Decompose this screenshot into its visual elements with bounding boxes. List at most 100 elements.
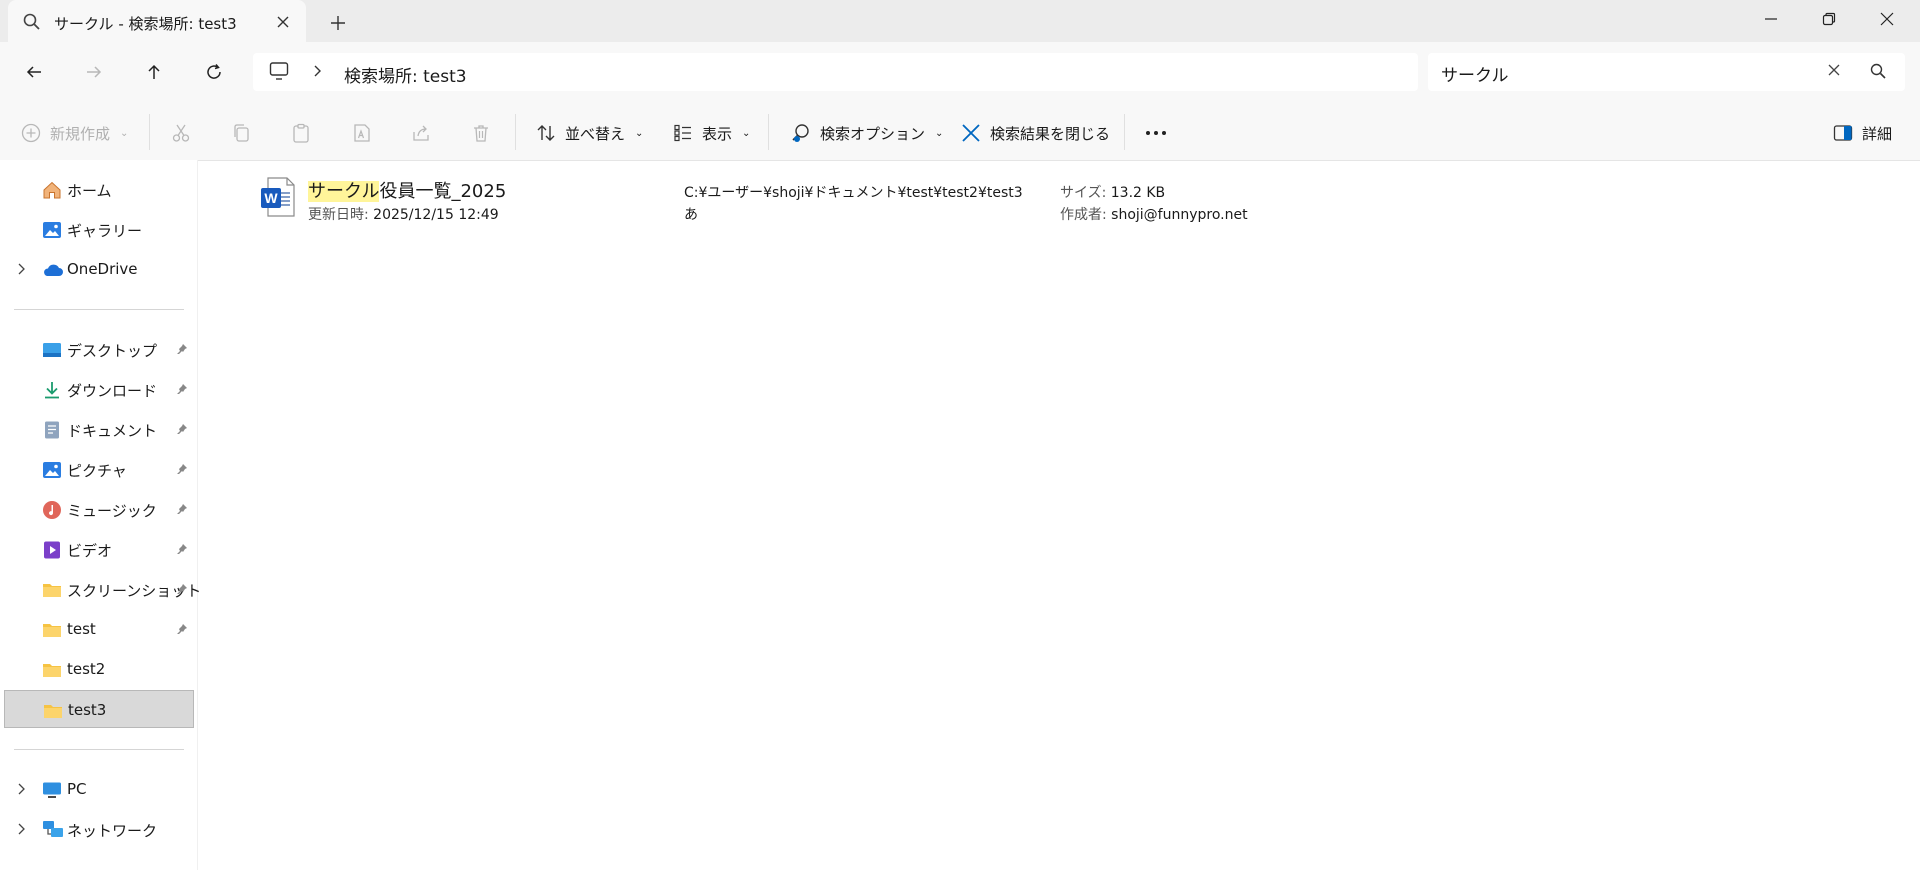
result-size: サイズ: 13.2 KB bbox=[1060, 182, 1165, 202]
back-button[interactable] bbox=[20, 58, 48, 86]
desktop-icon bbox=[42, 340, 62, 360]
sidebar-item-onedrive[interactable]: OneDrive bbox=[4, 250, 194, 288]
scissors-icon bbox=[170, 122, 192, 144]
minimize-button[interactable] bbox=[1742, 0, 1800, 38]
refresh-button[interactable] bbox=[200, 58, 228, 86]
result-author: 作成者: shoji@funnypro.net bbox=[1060, 204, 1248, 224]
tab-close-button[interactable] bbox=[272, 11, 294, 33]
pin-icon[interactable] bbox=[176, 463, 188, 475]
author-label: 作成者: bbox=[1060, 207, 1107, 223]
sidebar-item-label: ギャラリー bbox=[67, 222, 143, 240]
pin-icon[interactable] bbox=[176, 343, 188, 355]
sidebar-item-pc[interactable]: PC bbox=[4, 770, 194, 808]
home-icon bbox=[42, 180, 62, 200]
sidebar-item-screenshots[interactable]: スクリーンショット bbox=[4, 570, 201, 608]
search-input[interactable]: サークル bbox=[1441, 61, 1509, 86]
word-document-icon[interactable]: W bbox=[260, 176, 296, 218]
copy-icon bbox=[230, 122, 252, 144]
rename-icon bbox=[350, 122, 372, 144]
folder-icon bbox=[42, 660, 62, 680]
pin-icon[interactable] bbox=[176, 543, 188, 555]
folder-icon bbox=[43, 701, 63, 721]
sidebar-item-label: ホーム bbox=[67, 182, 112, 200]
cut-button[interactable] bbox=[170, 118, 192, 148]
sidebar-item-label: ビデオ bbox=[67, 542, 113, 560]
restore-button[interactable] bbox=[1800, 0, 1858, 38]
sidebar-item-label: ドキュメント bbox=[67, 422, 158, 440]
sidebar-item-home[interactable]: ホーム bbox=[4, 170, 194, 208]
close-window-button[interactable] bbox=[1858, 0, 1916, 38]
sort-button[interactable]: 並べ替え ⌄ bbox=[535, 118, 643, 148]
pin-icon[interactable] bbox=[176, 423, 188, 435]
sidebar-item-label: ミュージック bbox=[67, 502, 157, 520]
new-button[interactable]: 新規作成 ⌄ bbox=[20, 118, 128, 148]
share-icon bbox=[410, 122, 432, 144]
sort-button-label: 並べ替え bbox=[565, 124, 626, 143]
sidebar-item-test3[interactable]: test3 bbox=[4, 690, 194, 728]
pc-icon bbox=[42, 780, 62, 800]
chevron-right-icon[interactable] bbox=[16, 782, 26, 796]
sidebar-item-gallery[interactable]: ギャラリー bbox=[4, 210, 194, 248]
delete-button[interactable] bbox=[470, 118, 492, 148]
details-pane-button[interactable]: 詳細 bbox=[1832, 118, 1892, 148]
folder-icon bbox=[42, 620, 62, 640]
close-search-button[interactable]: 検索結果を閉じる bbox=[960, 118, 1110, 148]
new-tab-button[interactable] bbox=[326, 11, 350, 35]
gallery-icon bbox=[42, 220, 62, 240]
tab-title: サークル - 検索場所: test3 bbox=[54, 15, 237, 33]
svg-text:W: W bbox=[264, 190, 278, 206]
monitor-icon[interactable] bbox=[268, 60, 290, 82]
result-file-name[interactable]: サークル役員一覧_2025 bbox=[308, 177, 506, 203]
search-icon bbox=[22, 12, 42, 32]
modified-label: 更新日時: bbox=[308, 207, 369, 223]
clipboard-icon bbox=[290, 122, 312, 144]
chevron-down-icon: ⌄ bbox=[635, 127, 644, 139]
sidebar-item-videos[interactable]: ビデオ bbox=[4, 530, 194, 568]
sidebar-item-label: OneDrive bbox=[67, 260, 138, 278]
sidebar-item-music[interactable]: ミュージック bbox=[4, 490, 194, 528]
music-icon bbox=[42, 500, 62, 520]
chevron-right-icon[interactable] bbox=[16, 822, 26, 836]
sidebar-item-downloads[interactable]: ダウンロード bbox=[4, 370, 194, 408]
toolbar-divider bbox=[768, 114, 769, 150]
forward-button[interactable] bbox=[80, 58, 108, 86]
copy-button[interactable] bbox=[230, 118, 252, 148]
sidebar-item-documents[interactable]: ドキュメント bbox=[4, 410, 194, 448]
folder-icon bbox=[42, 580, 62, 600]
sidebar-item-label: test bbox=[67, 620, 96, 638]
result-path: C:¥ユーザー¥shoji¥ドキュメント¥test¥test2¥test3 あ bbox=[684, 182, 1023, 226]
paste-button[interactable] bbox=[290, 118, 312, 148]
chevron-right-icon[interactable] bbox=[16, 262, 26, 276]
sidebar-item-desktop[interactable]: デスクトップ bbox=[4, 330, 194, 368]
author-value: shoji@funnypro.net bbox=[1111, 207, 1248, 223]
chevron-right-icon[interactable] bbox=[311, 64, 323, 78]
new-button-label: 新規作成 bbox=[50, 124, 111, 143]
details-pane-icon bbox=[1832, 122, 1854, 144]
share-button[interactable] bbox=[410, 118, 432, 148]
pin-icon[interactable] bbox=[176, 583, 188, 595]
pin-icon[interactable] bbox=[176, 383, 188, 395]
clear-search-icon[interactable] bbox=[1826, 62, 1842, 78]
sidebar-item-test2[interactable]: test2 bbox=[4, 650, 194, 688]
pin-icon[interactable] bbox=[176, 623, 188, 635]
search-options-button[interactable]: 検索オプション ⌄ bbox=[790, 118, 943, 148]
sidebar-item-test[interactable]: test bbox=[4, 610, 194, 648]
sidebar-item-label: PC bbox=[67, 780, 87, 798]
details-pane-label: 詳細 bbox=[1862, 124, 1893, 143]
result-path-line: C:¥ユーザー¥shoji¥ドキュメント¥test¥test2¥test3 bbox=[684, 185, 1023, 201]
size-label: サイズ: bbox=[1060, 185, 1107, 201]
breadcrumb-location[interactable]: 検索場所: test3 bbox=[344, 62, 467, 87]
more-options-button[interactable] bbox=[1143, 118, 1169, 148]
trash-icon bbox=[470, 122, 492, 144]
view-button-label: 表示 bbox=[702, 124, 733, 143]
pin-icon[interactable] bbox=[176, 503, 188, 515]
up-button[interactable] bbox=[140, 58, 168, 86]
view-button[interactable]: 表示 ⌄ bbox=[672, 118, 750, 148]
sidebar-item-pictures[interactable]: ピクチャ bbox=[4, 450, 194, 488]
sidebar-item-network[interactable]: ネットワーク bbox=[4, 810, 194, 848]
search-match-highlight: サークル bbox=[308, 181, 380, 202]
rename-button[interactable] bbox=[350, 118, 372, 148]
network-icon bbox=[42, 820, 63, 840]
search-icon[interactable] bbox=[1869, 62, 1887, 80]
sidebar-item-label: test3 bbox=[68, 701, 107, 719]
